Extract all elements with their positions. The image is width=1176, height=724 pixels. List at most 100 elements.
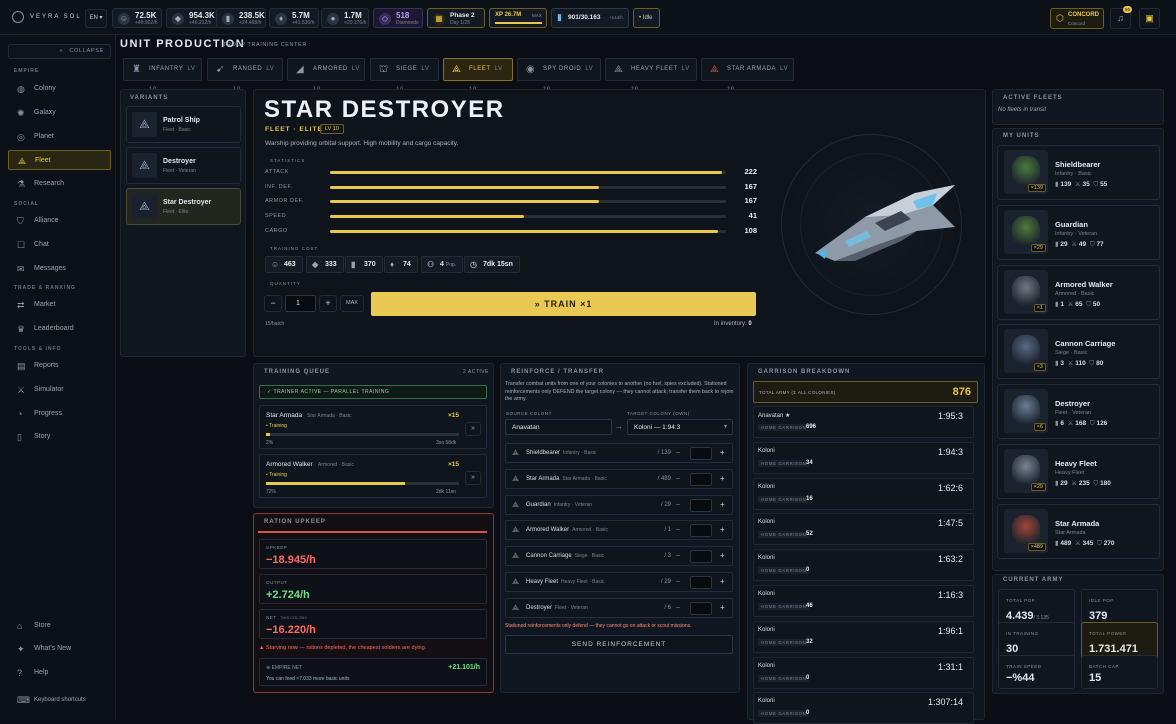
unit-count-badge: ×29 [1030,483,1046,491]
tab-siege[interactable]: ⛫SIEGELV 10 [370,58,439,93]
quantity-input[interactable]: 1 [285,295,316,312]
ration-title: RATION UPKEEP [264,519,326,525]
sidebar-item-chat[interactable]: ☐ Chat [8,235,111,255]
quantity-decrease-button[interactable]: − [264,295,282,312]
decrease-button[interactable]: – [676,604,680,611]
unit-card[interactable]: ×489 Star Armada Star Armada ▮ 489 ⚔ 345 ⛉ … [997,503,1160,559]
garrison-row[interactable]: Koloni 1:63:2 HOME GARRISON 0 [753,549,974,582]
trophy-icon: ♛ [17,324,26,334]
garrison-row[interactable]: Koloni 1:16:3 HOME GARRISON 46 [753,585,974,617]
sidebar-item-alliance[interactable]: ⛉ Alliance [8,211,111,231]
tab-spy-droid[interactable]: ◉SPY DROIDLV 10 [517,58,601,93]
tab-star-armada[interactable]: ⟁STAR ARMADALV 10 [701,58,794,93]
source-colony-select[interactable]: Anavatan [505,419,612,435]
increase-button[interactable]: + [720,603,725,612]
sidebar-heading-tools: TOOLS & INFO [14,346,62,352]
queue-skip-button[interactable]: » [465,471,481,485]
garrison-row[interactable]: Koloni 1:47:5 HOME GARRISON 52 [753,513,974,546]
sidebar-item-galaxy[interactable]: ✺ Galaxy [8,103,111,123]
variant-destroyer[interactable]: ⟁ Destroyer Fleet · Veteran [126,147,241,184]
garrison-row[interactable]: Koloni 1:31:1 HOME GARRISON 0 [753,656,974,689]
tab-armored[interactable]: ◢ARMOREDLV 10 [287,58,365,93]
unit-card[interactable]: ×3 Cannon Carriage Siege · Basic ▮ 3 ⚔ 110 … [997,324,1160,380]
tab-heavy-fleet[interactable]: ⟁HEAVY FLEETLV 10 [605,58,697,93]
collapse-button[interactable]: «COLLAPSE [8,44,111,59]
garrison-row[interactable]: Anavatan ★ 1:95:3 HOME GARRISON 696 [753,406,974,438]
increase-button[interactable]: + [720,474,725,483]
sidebar-item-whats-new[interactable]: ✦ What's New [8,639,111,659]
train-button[interactable]: » TRAIN ×1 [371,292,756,316]
sidebar-item-leaderboard[interactable]: ♛ Leaderboard [8,319,111,339]
sidebar-item-simulator[interactable]: ⚔ Simulator [8,380,111,400]
queue-skip-button[interactable]: » [465,422,481,436]
increase-button[interactable]: + [720,577,725,586]
sidebar-item-fleet[interactable]: ⟁ Fleet [8,150,111,170]
heavy-fleet-icon: ×29 [1004,449,1048,493]
transfer-amount-input[interactable] [690,472,712,486]
tab-fleet[interactable]: ⟁FLEETLV 10 [443,58,513,93]
quantity-increase-button[interactable]: + [319,295,337,312]
count-icon: ▮ [1055,300,1059,308]
sidebar-item-market[interactable]: ⇄ Market [8,295,111,315]
decrease-button[interactable]: – [676,501,680,508]
unit-name: Heavy Fleet [1055,459,1097,468]
sidebar-item-messages[interactable]: ✉ Messages [8,259,111,279]
unit-stats: ▮ 489 ⚔ 345 ⛉ 270 [1055,539,1115,547]
help-icon: ? [17,668,23,678]
decrease-button[interactable]: – [676,578,680,585]
unit-card[interactable]: ×29 Heavy Fleet Heavy Fleet ▮ 29 ⚔ 235 ⛉ 18… [997,444,1160,499]
transfer-amount-input[interactable] [690,447,712,460]
sidebar-item-planet[interactable]: ◎ Planet [8,127,111,147]
decrease-button[interactable]: – [676,552,680,559]
increase-button[interactable]: + [720,448,725,457]
unit-icon: ⟁ [512,499,520,509]
sidebar-item-colony[interactable]: ◍ Colony [8,79,111,99]
garrison-row[interactable]: Koloni 1:307:14 HOME GARRISON 0 [753,692,974,724]
variant-patrol-ship[interactable]: ⟁ Patrol Ship Fleet · Basic [126,106,241,143]
sidebar-item-research[interactable]: ⚗ Research [8,174,111,194]
profile-button[interactable]: ▣ [1139,8,1160,29]
unit-card[interactable]: ×1 Armored Walker Armored · Basic ▮ 1 ⚔ 65 … [997,264,1160,320]
sidebar-item-store[interactable]: ⌂ Store [8,616,111,636]
decrease-button[interactable]: – [676,526,680,533]
unit-card[interactable]: ×139 Shieldbearer Infantry · Basic ▮ 139 ⚔ … [997,145,1160,200]
sidebar-item-help[interactable]: ? Help [8,663,111,683]
double-chevron-icon: » [534,299,541,309]
tab-ranged[interactable]: ➹RANGEDLV 10 [207,58,283,93]
increase-button[interactable]: + [720,525,725,534]
quantity-max-button[interactable]: MAX [340,295,364,312]
sidebar-item-keyboard-shortcuts[interactable]: ⌨ Keyboard shortcuts [8,690,111,710]
unit-card[interactable]: ×29 Guardian Infantry · Veteran ▮ 29 ⚔ 49 ⛉… [997,204,1160,260]
language-select[interactable]: EN ▾ [85,9,107,28]
phase-indicator[interactable]: ▦ Phase 2 Day 1/25 [427,8,485,28]
alliance-badge[interactable]: ⬡ CONCORD Concord [1050,8,1104,29]
increase-button[interactable]: + [720,551,725,560]
decrease-button[interactable]: – [676,475,680,482]
increase-button[interactable]: + [720,500,725,509]
unit-card[interactable]: ×6 Destroyer Fleet · Veteran ▮ 6 ⚔ 168 ⛉ 12… [997,384,1160,440]
target-colony-select[interactable]: Koloni — 1:94:3 ▾ [627,419,733,435]
transfer-amount-input[interactable] [690,498,712,512]
notifications-button[interactable]: ♫ 56 [1110,6,1133,29]
brand-name: VEYRA SOL [30,14,82,20]
transfer-amount-input[interactable] [690,550,712,564]
sidebar-item-reports[interactable]: ▤ Reports [8,356,111,376]
unit-icon: ⟁ [512,473,520,483]
garrison-row[interactable]: Koloni 1:96:1 HOME GARRISON 32 [753,620,974,653]
transfer-amount-input[interactable] [690,601,712,615]
sidebar-item-story[interactable]: ▯ Story [8,427,111,447]
decrease-button[interactable]: – [676,449,680,456]
reinforce-description: Transfer combat units from one of your c… [505,381,734,402]
garrison-row[interactable]: Koloni 1:94:3 HOME GARRISON 34 [753,441,974,474]
tab-infantry[interactable]: ♜INFANTRYLV 10 [123,58,202,93]
transfer-amount-input[interactable] [690,524,712,538]
send-reinforcement-button[interactable]: SEND REINFORCEMENT [505,635,733,654]
variant-star-destroyer[interactable]: ⟁ Star Destroyer Fleet · Elite [126,188,241,225]
variants-title: VARIANTS [130,95,169,101]
reinforce-unit-name: Cannon Carriage Siege · Basic [526,553,605,560]
transfer-amount-input[interactable] [690,576,712,589]
diamonds-counter[interactable]: ◇ 518 Diamonds [373,8,423,28]
sidebar-item-progress[interactable]: ◔ Progress [8,404,111,424]
garrison-row[interactable]: Koloni 1:62:6 HOME GARRISON 16 [753,477,974,510]
idle-status[interactable]: • Idle [633,8,660,28]
